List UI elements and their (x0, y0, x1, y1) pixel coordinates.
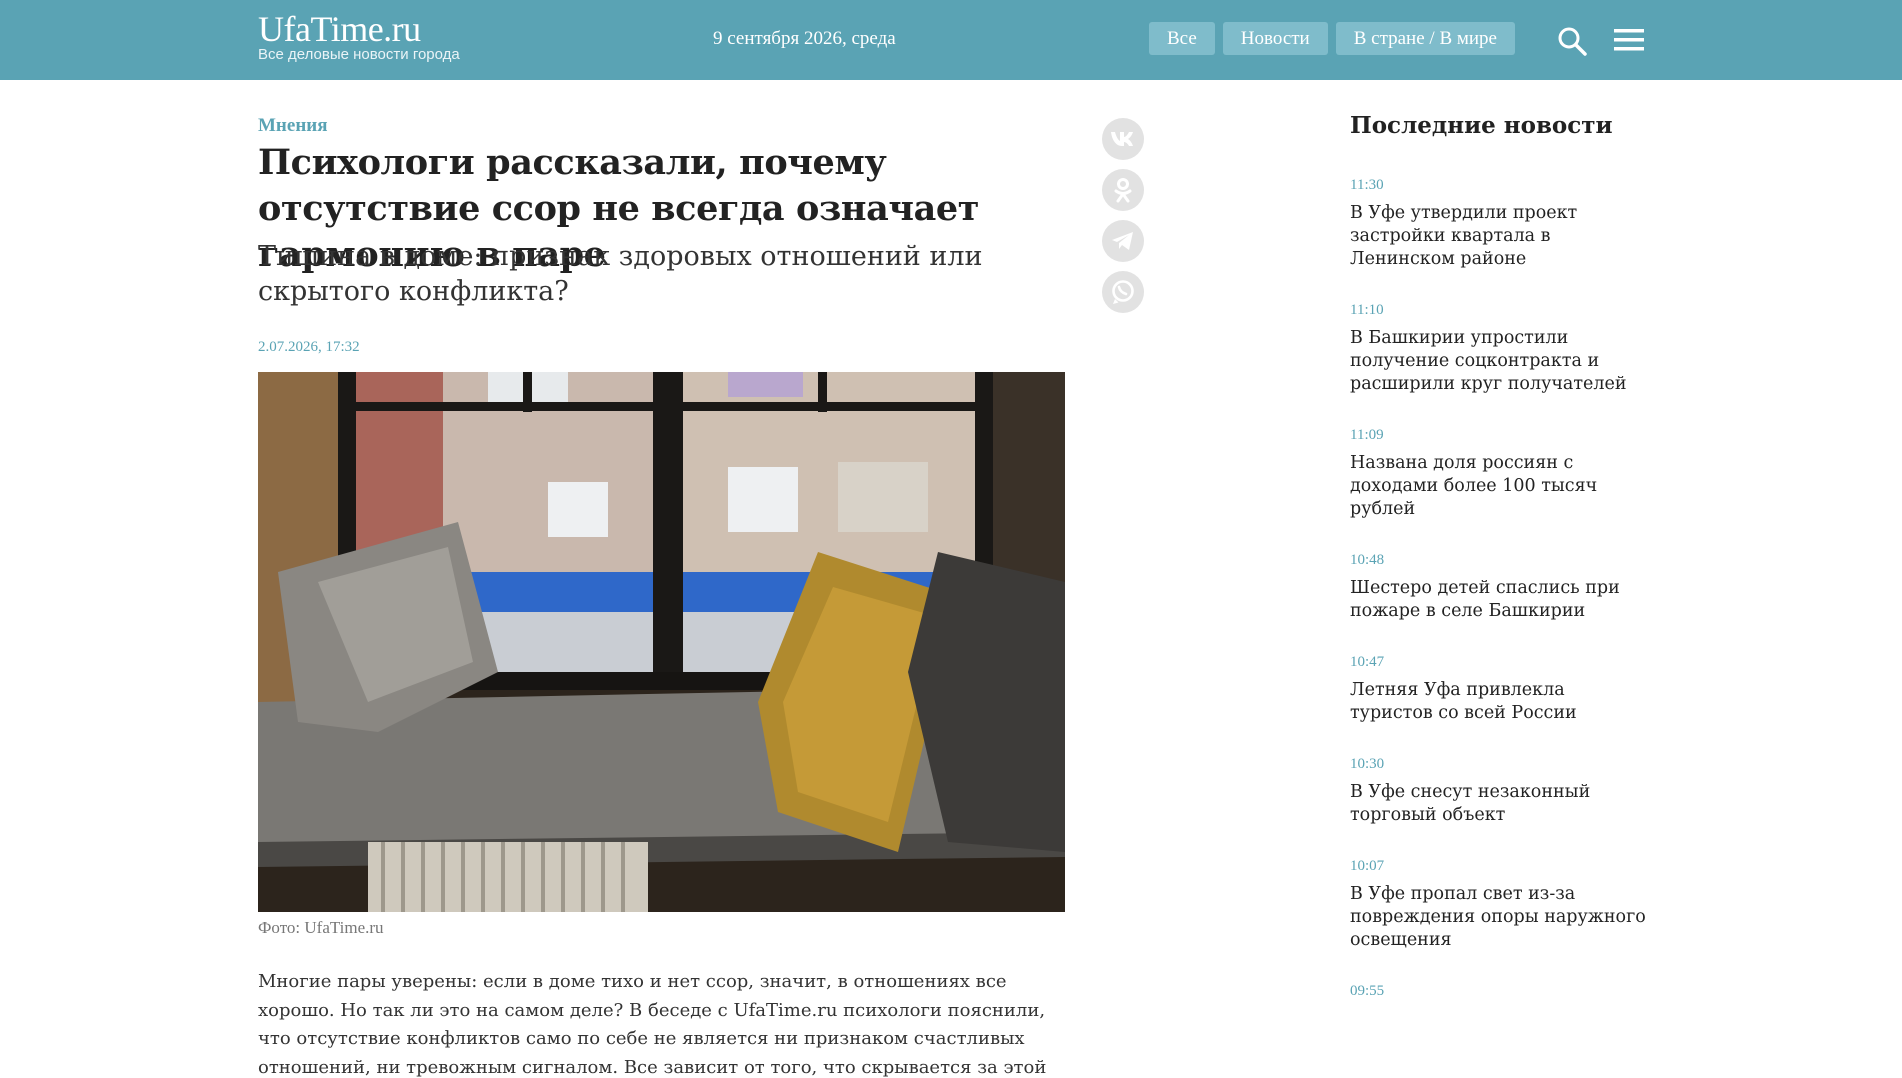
site-header: UfaTime.ru Все деловые новости города 9 … (0, 0, 1902, 80)
news-item[interactable]: 11:09 Названа доля россиян с доходами бо… (1350, 424, 1650, 521)
logo-title: UfaTime.ru (258, 9, 421, 49)
news-time: 11:09 (1350, 427, 1384, 443)
article-photo (258, 372, 1065, 912)
article-category-link[interactable]: Мнения (258, 115, 328, 137)
news-title-link[interactable]: В Уфе утвердили проект застройки квартал… (1350, 202, 1650, 271)
window-seat-illustration (258, 372, 1065, 912)
news-item[interactable]: 10:47 Летняя Уфа привлекла туристов со в… (1350, 651, 1650, 725)
news-item[interactable]: 11:10 В Башкирии упростили получение соц… (1350, 299, 1650, 396)
odnoklassniki-icon (1114, 178, 1132, 203)
news-time: 10:47 (1350, 654, 1385, 670)
nav-all-button[interactable]: Все (1149, 22, 1215, 55)
news-time: 10:07 (1350, 858, 1385, 874)
vk-icon (1111, 132, 1133, 146)
article-subtitle: Тишина в доме: признак здоровых отношени… (258, 241, 983, 307)
search-icon[interactable] (1557, 26, 1587, 56)
share-vk-button[interactable] (1102, 118, 1144, 160)
news-time: 11:10 (1350, 302, 1384, 318)
news-item[interactable]: 09:55 (1350, 980, 1650, 1002)
news-title-link[interactable]: В Уфе снесут незаконный торговый объект (1350, 781, 1650, 827)
article-publish-date: 2.07.2026, 17:32 (258, 339, 360, 355)
news-title-link[interactable]: Летняя Уфа привлекла туристов со всей Ро… (1350, 679, 1650, 725)
news-time: 11:30 (1350, 177, 1384, 193)
logo-subtitle: Все деловые новости города (258, 46, 460, 63)
news-time: 10:48 (1350, 552, 1385, 568)
news-time: 09:55 (1350, 983, 1385, 999)
main-nav: Все Новости В стране / В мире (1149, 22, 1515, 55)
news-title-link[interactable]: В Башкирии упростили получение соцконтра… (1350, 327, 1650, 396)
news-title-link[interactable]: Шестеро детей спаслись при пожаре в селе… (1350, 577, 1650, 623)
nav-country-world-button[interactable]: В стране / В мире (1335, 22, 1515, 55)
telegram-icon (1112, 232, 1133, 250)
menu-icon[interactable] (1613, 28, 1645, 52)
news-item[interactable]: 10:48 Шестеро детей спаслись при пожаре … (1350, 549, 1650, 623)
latest-news-list: 11:30 В Уфе утвердили проект застройки к… (1350, 174, 1650, 1030)
news-item[interactable]: 10:07 В Уфе пропал свет из-за повреждени… (1350, 855, 1650, 952)
share-whatsapp-button[interactable] (1102, 271, 1144, 313)
current-date: 9 сентября 2026, среда (713, 28, 896, 49)
news-title-link[interactable]: В Уфе пропал свет из-за повреждения опор… (1350, 883, 1650, 952)
nav-news-button[interactable]: Новости (1222, 22, 1328, 55)
news-item[interactable]: 10:30 В Уфе снесут незаконный торговый о… (1350, 753, 1650, 827)
latest-news-heading: Последние новости (1350, 112, 1613, 139)
site-logo[interactable]: UfaTime.ru Все деловые новости города (258, 10, 460, 62)
share-odnoklassniki-button[interactable] (1102, 169, 1144, 211)
share-telegram-button[interactable] (1102, 220, 1144, 262)
article-body: Многие пары уверены: если в доме тихо и … (258, 971, 1047, 1078)
news-time: 10:30 (1350, 756, 1385, 772)
whatsapp-icon (1112, 280, 1134, 304)
news-title-link[interactable]: Названа доля россиян с доходами более 10… (1350, 452, 1650, 521)
photo-caption: Фото: UfaTime.ru (258, 918, 384, 937)
news-item[interactable]: 11:30 В Уфе утвердили проект застройки к… (1350, 174, 1650, 271)
